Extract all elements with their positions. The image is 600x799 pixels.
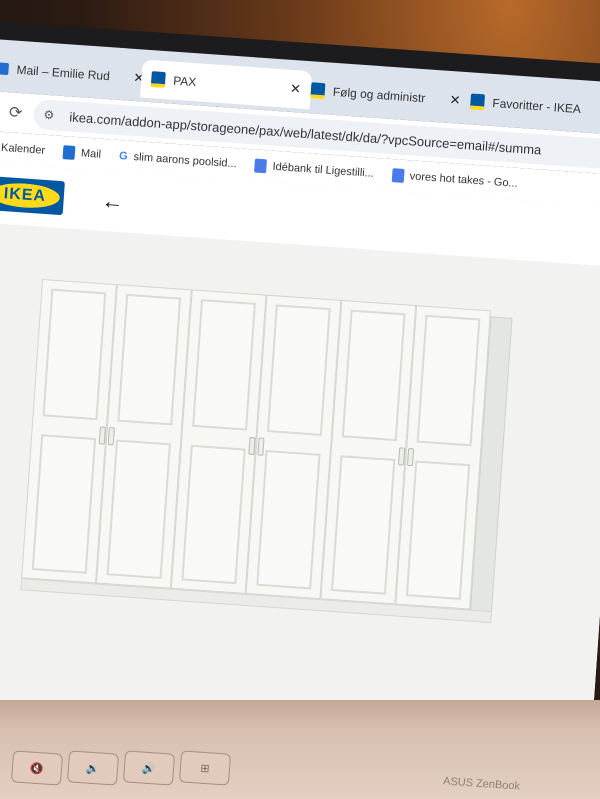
outlook-icon: [62, 145, 76, 160]
laptop-brand-label: ASUS ZenBook: [442, 775, 521, 793]
door-handle: [107, 426, 115, 446]
wardrobe-3d-viewer[interactable]: [0, 221, 600, 765]
ikea-logo[interactable]: IKEA: [0, 175, 65, 216]
tab-label: Følg og administr: [332, 84, 426, 106]
close-icon[interactable]: ✕: [280, 80, 302, 97]
bookmark-idebank[interactable]: Idébank til Ligestilli...: [254, 158, 375, 181]
tab-pax[interactable]: PAX ✕: [139, 59, 313, 110]
bookmark-calendar[interactable]: oogle Kalender: [0, 140, 45, 157]
site-settings-icon[interactable]: ⚙: [43, 108, 62, 123]
bookmark-hot-takes[interactable]: vores hot takes - Go...: [391, 168, 518, 191]
bookmark-label: Mail: [80, 147, 102, 161]
bookmark-slim-aarons[interactable]: G slim aarons poolsid...: [119, 150, 237, 170]
back-arrow-icon[interactable]: ←: [101, 188, 125, 215]
volume-down-key: 🔉: [66, 750, 120, 786]
bookmark-label: oogle Kalender: [0, 140, 46, 157]
ikea-page: IKEA ←: [0, 161, 600, 765]
volume-up-key: 🔊: [122, 750, 176, 786]
door-handle: [98, 426, 106, 445]
display-key: ⊞: [178, 750, 232, 786]
docs-icon: [254, 158, 268, 174]
door-handle: [257, 437, 265, 456]
tab-favorites[interactable]: Favoritter - IKEA: [459, 82, 600, 132]
tab-label: Mail – Emilie Rud: [16, 62, 111, 84]
outlook-icon: [0, 62, 10, 76]
door-handle: [248, 436, 256, 456]
ikea-icon: [469, 93, 486, 111]
tab-label: Favoritter - IKEA: [491, 95, 582, 117]
ikea-icon: [310, 82, 326, 100]
bookmark-label: Idébank til Ligestilli...: [272, 160, 375, 180]
door-handle: [406, 447, 415, 467]
close-icon[interactable]: ✕: [439, 91, 461, 108]
bookmark-mail[interactable]: Mail: [62, 145, 102, 162]
tab-mail[interactable]: Mail – Emilie Rud ✕: [0, 48, 156, 98]
docs-icon: [391, 168, 405, 183]
tab-follow[interactable]: Følg og administr ✕: [300, 71, 472, 121]
pax-wardrobe: [20, 278, 513, 630]
google-icon: G: [118, 150, 128, 163]
laptop-screen: Mail – Emilie Rud ✕ PAX ✕ Følg og admini…: [0, 20, 600, 765]
tab-label: PAX: [172, 73, 197, 90]
laptop-keyboard-deck: 🔇 🔉 🔊 ⊞ ASUS ZenBook: [0, 700, 600, 799]
bookmark-label: vores hot takes - Go...: [409, 170, 519, 190]
reload-icon[interactable]: ⟳: [1, 102, 30, 124]
ikea-icon: [150, 71, 166, 89]
logo-text: IKEA: [0, 181, 61, 210]
door-handle: [397, 447, 406, 466]
mute-key: 🔇: [10, 750, 64, 786]
bookmark-label: slim aarons poolsid...: [133, 151, 238, 171]
